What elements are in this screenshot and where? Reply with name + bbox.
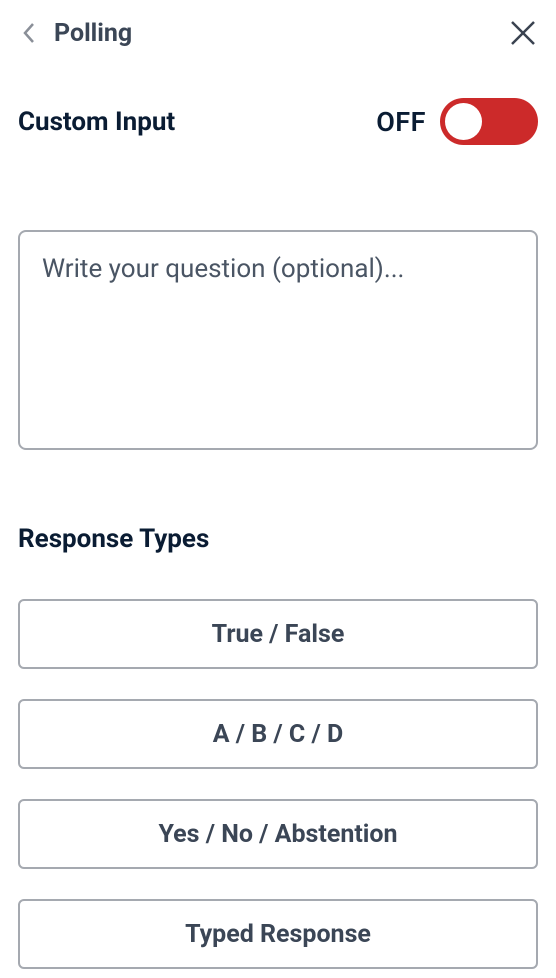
response-options-list: True / False A / B / C / D Yes / No / Ab… — [18, 599, 538, 969]
close-icon — [509, 19, 537, 47]
question-input[interactable] — [18, 230, 538, 450]
response-option-yes-no-abstention[interactable]: Yes / No / Abstention — [18, 799, 538, 869]
toggle-state-text: OFF — [376, 106, 426, 138]
response-option-abcd[interactable]: A / B / C / D — [18, 699, 538, 769]
header-left: Polling — [18, 19, 132, 48]
custom-input-toggle[interactable] — [440, 98, 538, 145]
back-button[interactable] — [18, 22, 40, 44]
header: Polling — [18, 18, 538, 48]
toggle-knob — [445, 103, 482, 140]
toggle-group: OFF — [376, 98, 538, 145]
response-option-typed[interactable]: Typed Response — [18, 899, 538, 969]
custom-input-row: Custom Input OFF — [18, 98, 538, 145]
page-title: Polling — [54, 19, 132, 48]
custom-input-label: Custom Input — [18, 107, 175, 137]
close-button[interactable] — [508, 18, 538, 48]
response-types-title: Response Types — [18, 524, 538, 554]
response-option-true-false[interactable]: True / False — [18, 599, 538, 669]
chevron-left-icon — [21, 21, 37, 45]
